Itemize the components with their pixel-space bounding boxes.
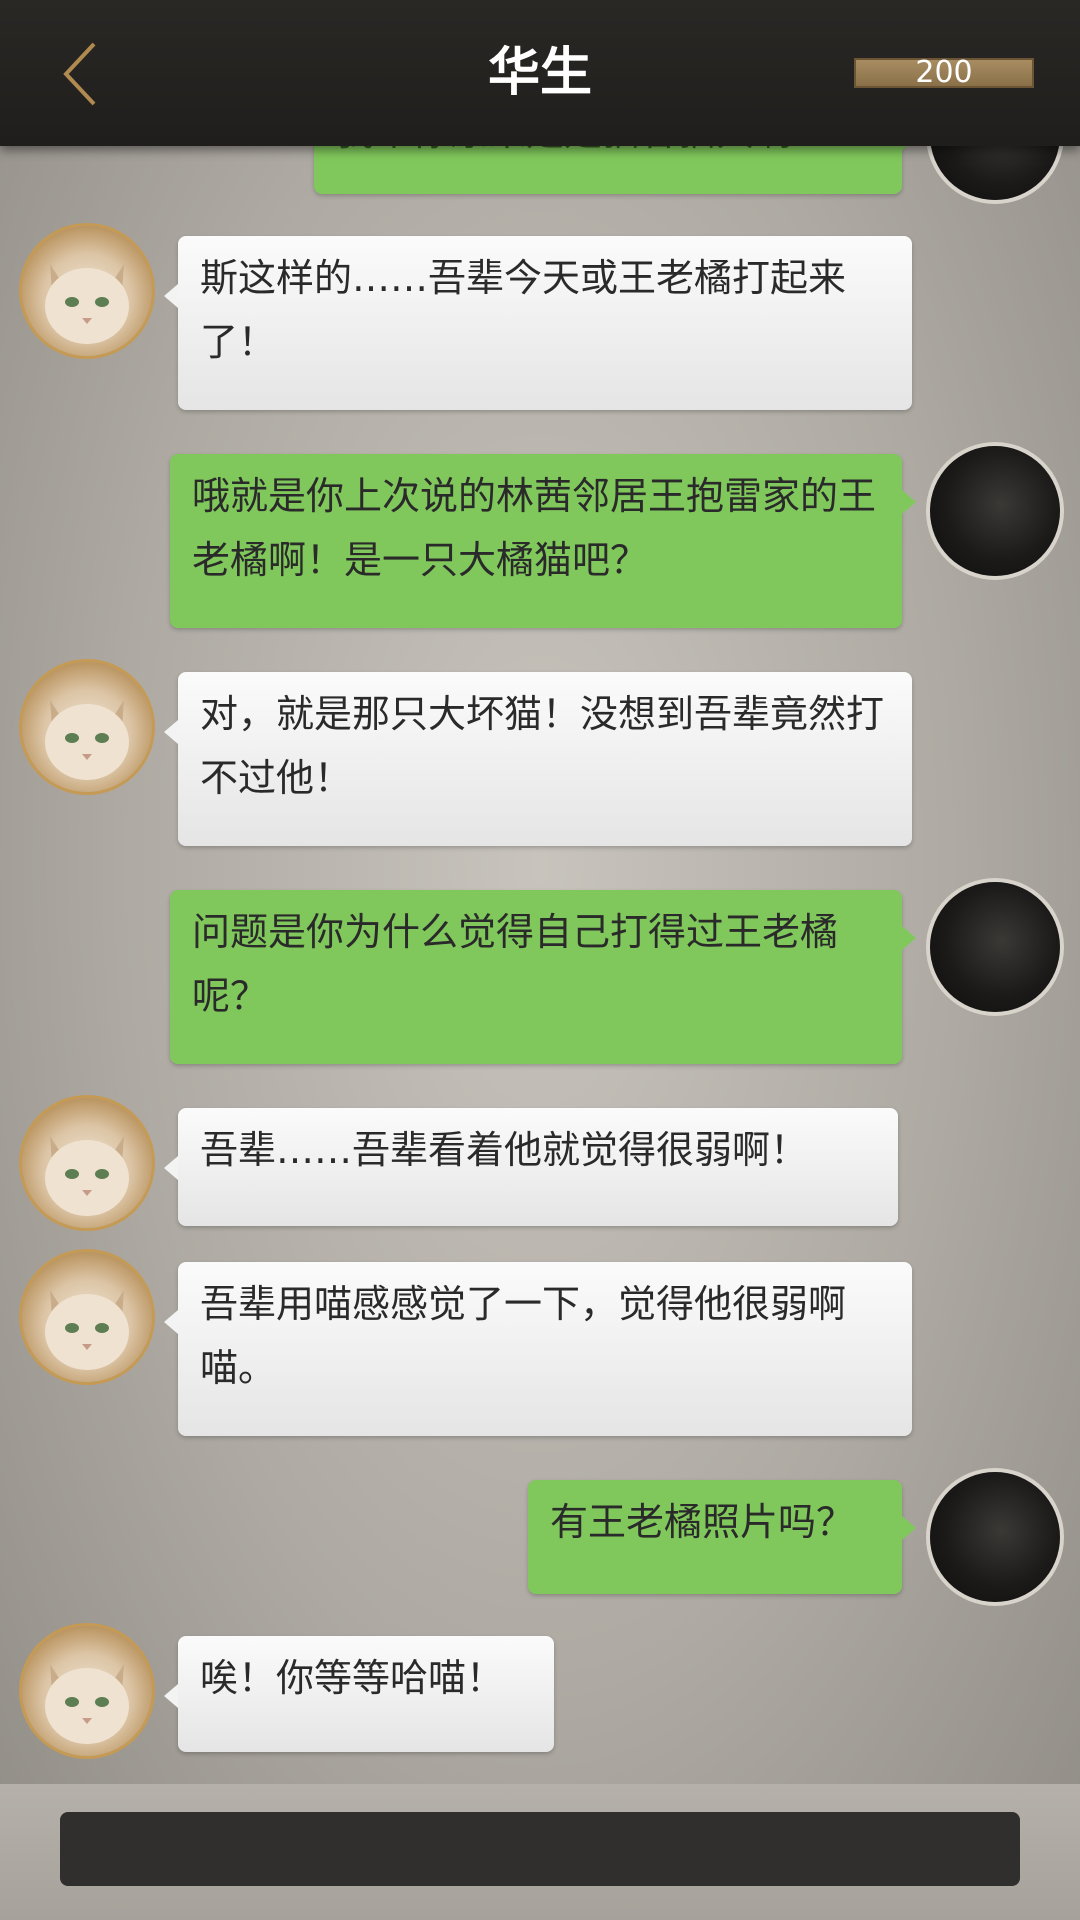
message-text: 吾辈用喵感感觉了一下，觉得他很弱啊喵。 — [200, 1282, 847, 1390]
message-text: 吾辈……吾辈看着他就觉得很弱啊！ — [200, 1128, 809, 1172]
avatar-contact[interactable] — [22, 662, 152, 792]
message-bubble-incoming: 唉！你等等哈喵！ — [164, 1636, 554, 1752]
message-bubble-incoming: 对，就是那只大坏猫！没想到吾辈竟然打不过他！ — [164, 672, 912, 846]
message-text: 斯这样的……吾辈今天或王老橘打起来了！ — [200, 256, 847, 364]
app-header: 华生 200 — [0, 0, 1080, 146]
cat-face-icon — [45, 1136, 129, 1216]
message-text: 唉！你等等哈喵！ — [200, 1656, 505, 1700]
message-input[interactable] — [60, 1812, 1020, 1886]
avatar-contact[interactable] — [22, 1626, 152, 1756]
message-bubble-incoming: 吾辈用喵感感觉了一下，觉得他很弱啊喵。 — [164, 1262, 912, 1436]
avatar-self[interactable] — [930, 446, 1060, 576]
message-text: 对，就是那只大坏猫！没想到吾辈竟然打不过他！ — [200, 692, 885, 800]
chat-area[interactable]: 我辈你原来是是猫谷猫大啊！ 斯这样的……吾辈今天或王老橘打起来了！ 哦就是你上次… — [0, 0, 1080, 1920]
avatar-contact[interactable] — [22, 226, 152, 356]
message-text: 问题是你为什么觉得自己打得过王老橘呢？ — [192, 910, 839, 1018]
message-bubble-outgoing: 有王老橘照片吗？ — [528, 1480, 916, 1594]
message-text: 哦就是你上次说的林茜邻居王抱雷家的王老橘啊！是一只大橘猫吧？ — [192, 474, 877, 582]
avatar-contact[interactable] — [22, 1098, 152, 1228]
avatar-self[interactable] — [930, 882, 1060, 1012]
cat-face-icon — [45, 264, 129, 344]
message-bubble-outgoing: 问题是你为什么觉得自己打得过王老橘呢？ — [170, 890, 916, 1064]
avatar-self[interactable] — [930, 1472, 1060, 1602]
message-bubble-incoming: 斯这样的……吾辈今天或王老橘打起来了！ — [164, 236, 912, 410]
message-bubble-outgoing: 哦就是你上次说的林茜邻居王抱雷家的王老橘啊！是一只大橘猫吧？ — [170, 454, 916, 628]
avatar-contact[interactable] — [22, 1252, 152, 1382]
cat-face-icon — [45, 700, 129, 780]
message-bubble-incoming: 吾辈……吾辈看着他就觉得很弱啊！ — [164, 1108, 898, 1226]
input-bar — [0, 1784, 1080, 1920]
cat-face-icon — [45, 1664, 129, 1744]
cat-face-icon — [45, 1290, 129, 1370]
coin-count: 200 — [915, 55, 973, 90]
message-text: 有王老橘照片吗？ — [550, 1500, 855, 1544]
